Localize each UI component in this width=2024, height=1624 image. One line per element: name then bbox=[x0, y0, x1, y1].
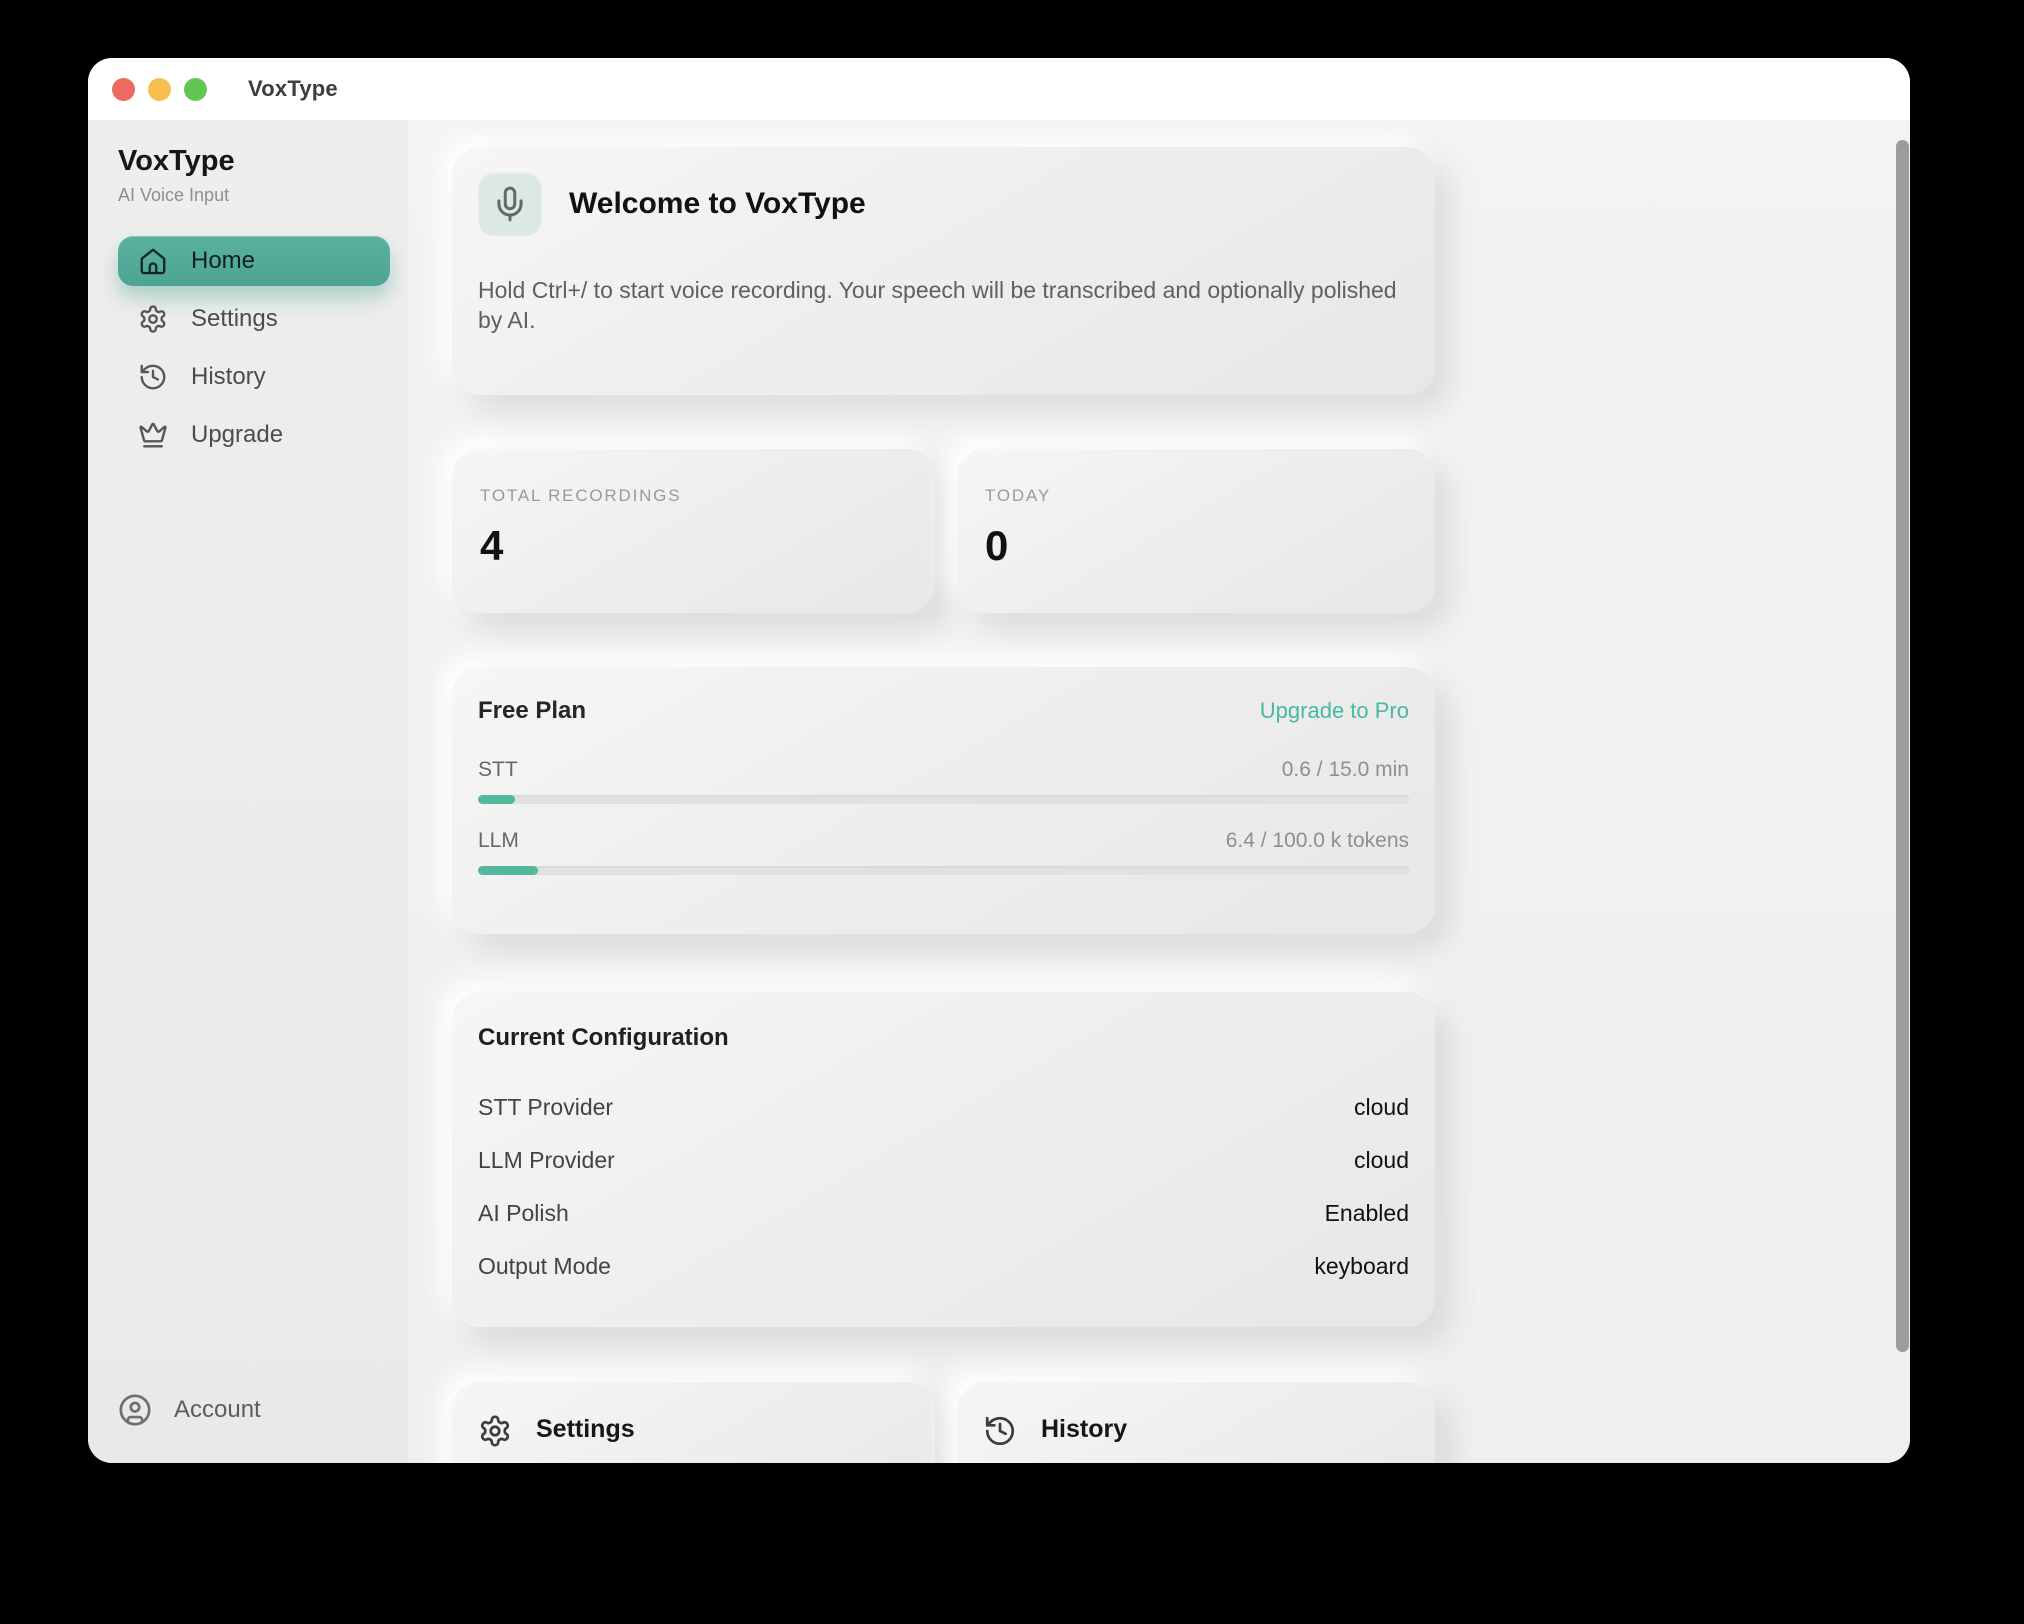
usage-value: 0.6 / 15.0 min bbox=[1282, 758, 1409, 782]
gear-icon bbox=[138, 304, 168, 334]
stt-progress-track bbox=[478, 795, 1409, 804]
close-button[interactable] bbox=[112, 78, 135, 101]
upgrade-to-pro-link[interactable]: Upgrade to Pro bbox=[1260, 698, 1409, 724]
stat-card-today: TODAY 0 bbox=[957, 449, 1435, 613]
llm-progress-fill bbox=[478, 866, 538, 875]
quick-card-label: History bbox=[1041, 1415, 1127, 1444]
config-label: LLM Provider bbox=[478, 1147, 615, 1174]
app-subtitle: AI Voice Input bbox=[118, 185, 390, 206]
stat-value: 4 bbox=[480, 522, 907, 570]
microphone-icon bbox=[478, 172, 542, 236]
settings-quick-card[interactable]: Settings bbox=[452, 1382, 935, 1463]
account-label: Account bbox=[174, 1396, 261, 1424]
sidebar-item-upgrade[interactable]: Upgrade bbox=[118, 410, 390, 460]
home-icon bbox=[138, 246, 168, 276]
window-title: VoxType bbox=[248, 76, 338, 102]
config-row-output-mode: Output Mode keyboard bbox=[478, 1240, 1409, 1293]
config-label: Output Mode bbox=[478, 1253, 611, 1280]
config-label: STT Provider bbox=[478, 1094, 613, 1121]
stat-label: TOTAL RECORDINGS bbox=[480, 486, 907, 506]
sidebar-item-label: Settings bbox=[191, 305, 278, 333]
config-row-llm-provider: LLM Provider cloud bbox=[478, 1134, 1409, 1187]
usage-row-stt: STT 0.6 / 15.0 min bbox=[478, 758, 1409, 804]
config-value: keyboard bbox=[1314, 1253, 1409, 1280]
zoom-button[interactable] bbox=[184, 78, 207, 101]
welcome-card: Welcome to VoxType Hold Ctrl+/ to start … bbox=[452, 147, 1435, 395]
quick-card-label: Settings bbox=[536, 1415, 635, 1444]
llm-progress-track bbox=[478, 866, 1409, 875]
sidebar: VoxType AI Voice Input Home bbox=[88, 120, 408, 1463]
user-circle-icon bbox=[118, 1393, 152, 1427]
config-row-stt-provider: STT Provider cloud bbox=[478, 1081, 1409, 1134]
usage-label: LLM bbox=[478, 829, 519, 853]
plan-name: Free Plan bbox=[478, 697, 586, 725]
history-quick-card[interactable]: History bbox=[957, 1382, 1435, 1463]
sidebar-item-label: History bbox=[191, 363, 266, 391]
config-value: Enabled bbox=[1325, 1200, 1409, 1227]
stt-progress-fill bbox=[478, 795, 515, 804]
app-window: VoxType VoxType AI Voice Input Home bbox=[88, 58, 1910, 1463]
main-content: Welcome to VoxType Hold Ctrl+/ to start … bbox=[408, 120, 1910, 1463]
scrollbar-thumb[interactable] bbox=[1896, 140, 1909, 1352]
plan-card: Free Plan Upgrade to Pro STT 0.6 / 15.0 … bbox=[452, 667, 1435, 934]
sidebar-item-settings[interactable]: Settings bbox=[118, 294, 390, 344]
account-button[interactable]: Account bbox=[118, 1393, 261, 1427]
history-icon bbox=[983, 1414, 1017, 1448]
configuration-title: Current Configuration bbox=[478, 1024, 1409, 1052]
welcome-title: Welcome to VoxType bbox=[569, 187, 866, 221]
stat-label: TODAY bbox=[985, 486, 1407, 506]
config-row-ai-polish: AI Polish Enabled bbox=[478, 1187, 1409, 1240]
configuration-card: Current Configuration STT Provider cloud… bbox=[452, 992, 1435, 1327]
sidebar-nav: Home Settings bbox=[118, 236, 390, 460]
stat-value: 0 bbox=[985, 522, 1407, 570]
usage-row-llm: LLM 6.4 / 100.0 k tokens bbox=[478, 829, 1409, 875]
titlebar[interactable]: VoxType bbox=[88, 58, 1910, 120]
welcome-description: Hold Ctrl+/ to start voice recording. Yo… bbox=[478, 276, 1409, 336]
config-label: AI Polish bbox=[478, 1200, 569, 1227]
sidebar-item-home[interactable]: Home bbox=[118, 236, 390, 286]
crown-icon bbox=[138, 420, 168, 450]
sidebar-item-history[interactable]: History bbox=[118, 352, 390, 402]
app-name: VoxType bbox=[118, 145, 390, 178]
config-value: cloud bbox=[1354, 1094, 1409, 1121]
minimize-button[interactable] bbox=[148, 78, 171, 101]
sidebar-item-label: Home bbox=[191, 247, 255, 275]
history-icon bbox=[138, 362, 168, 392]
config-value: cloud bbox=[1354, 1147, 1409, 1174]
stat-card-total-recordings: TOTAL RECORDINGS 4 bbox=[452, 449, 935, 613]
usage-value: 6.4 / 100.0 k tokens bbox=[1226, 829, 1409, 853]
usage-label: STT bbox=[478, 758, 518, 782]
gear-icon bbox=[478, 1414, 512, 1448]
sidebar-item-label: Upgrade bbox=[191, 421, 283, 449]
